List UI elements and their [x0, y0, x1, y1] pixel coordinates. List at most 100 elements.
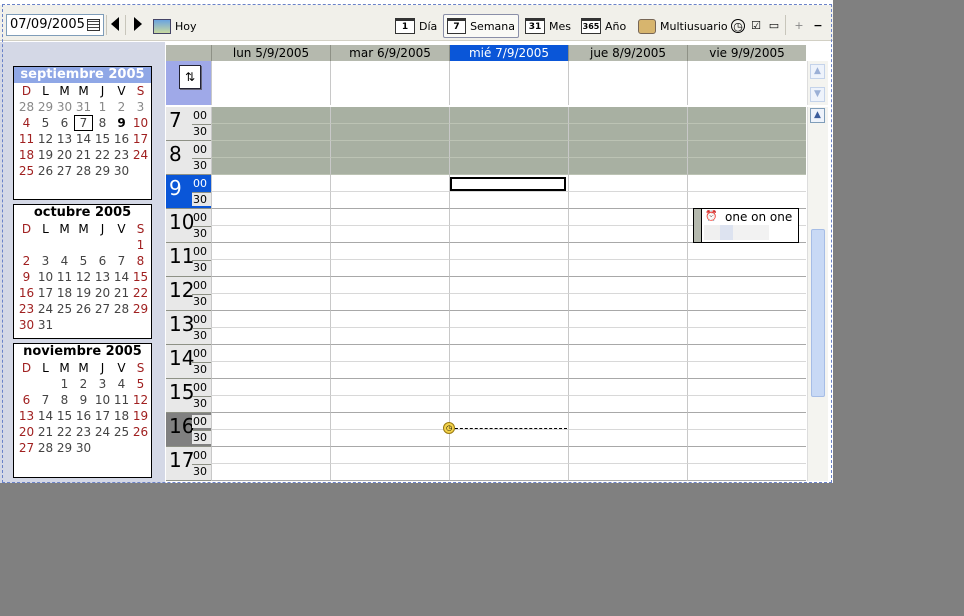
time-slot[interactable] [330, 379, 449, 396]
time-slot[interactable] [449, 226, 568, 243]
time-slot[interactable] [211, 124, 330, 141]
all-day-scrollbar[interactable]: ▲ ▼ [807, 61, 828, 105]
time-slot[interactable] [211, 430, 330, 447]
time-slot[interactable] [211, 379, 330, 396]
mini-calendar-day[interactable]: 25 [17, 163, 36, 179]
clock-icon[interactable]: ◷ [731, 19, 745, 33]
mini-calendar-day[interactable]: 15 [93, 131, 112, 147]
mini-calendar-day[interactable]: 10 [131, 115, 150, 131]
mini-calendar-day[interactable]: 30 [112, 163, 131, 179]
mini-calendar-day[interactable]: 25 [112, 424, 131, 440]
time-slot[interactable] [211, 464, 330, 481]
time-slot[interactable] [330, 447, 449, 464]
mini-calendar-day[interactable]: 20 [17, 424, 36, 440]
time-slot[interactable] [568, 141, 687, 158]
day-header-thu[interactable]: jue 8/9/2005 [568, 45, 687, 61]
mini-calendar-day[interactable]: 24 [36, 301, 55, 317]
zoom-in-button[interactable]: + [792, 19, 806, 33]
mini-calendar-day[interactable]: 18 [55, 285, 74, 301]
mini-calendar-day[interactable]: 3 [93, 376, 112, 392]
mini-calendar-day[interactable]: 26 [74, 301, 93, 317]
mini-calendar-day[interactable]: 4 [17, 115, 36, 131]
time-slot[interactable] [211, 362, 330, 379]
time-slot[interactable] [330, 226, 449, 243]
time-slot[interactable] [211, 192, 330, 209]
selected-time-slot[interactable] [450, 177, 566, 191]
mini-calendar-day[interactable]: 19 [74, 285, 93, 301]
time-slot[interactable] [211, 226, 330, 243]
time-slot[interactable] [687, 277, 806, 294]
time-slot[interactable] [330, 430, 449, 447]
time-slot[interactable] [687, 447, 806, 464]
time-slot[interactable] [330, 396, 449, 413]
expand-all-day-button[interactable]: ⇅ [179, 65, 201, 89]
mini-calendar-day[interactable]: 30 [17, 317, 36, 333]
time-slot[interactable] [211, 277, 330, 294]
mini-calendar-day[interactable]: 12 [74, 269, 93, 285]
time-slot[interactable] [568, 311, 687, 328]
time-slot[interactable] [449, 277, 568, 294]
time-slot[interactable] [330, 294, 449, 311]
mini-calendar-day[interactable]: 17 [93, 408, 112, 424]
time-slot[interactable] [211, 345, 330, 362]
time-slot[interactable] [330, 107, 449, 124]
time-slot[interactable] [330, 158, 449, 175]
time-slot[interactable] [687, 311, 806, 328]
mini-calendar-day[interactable]: 1 [55, 376, 74, 392]
mini-calendar-day[interactable]: 4 [112, 376, 131, 392]
mini-calendar-day[interactable]: 13 [93, 269, 112, 285]
time-slot[interactable] [568, 294, 687, 311]
mini-calendar-day[interactable]: 3 [131, 99, 150, 115]
mini-calendar-day[interactable]: 30 [74, 440, 93, 456]
mini-calendar-day[interactable]: 1 [131, 237, 150, 253]
scroll-down-arrow-icon[interactable]: ▼ [810, 87, 825, 102]
time-slot[interactable] [687, 413, 806, 430]
previous-arrow-icon[interactable] [111, 17, 119, 31]
scroll-up-arrow-icon[interactable]: ▲ [810, 64, 825, 79]
note-icon[interactable]: ▭ [767, 19, 781, 33]
time-grid-scrollbar[interactable]: ▲ [807, 107, 828, 481]
mini-calendar-day[interactable]: 21 [36, 424, 55, 440]
time-slot[interactable] [211, 158, 330, 175]
mini-calendar-day[interactable]: 7 [74, 115, 93, 131]
mini-calendar-day[interactable]: 11 [17, 131, 36, 147]
time-slot[interactable] [449, 328, 568, 345]
time-slot[interactable] [330, 277, 449, 294]
time-slot[interactable] [687, 192, 806, 209]
calendar-picker-icon[interactable] [87, 19, 100, 31]
mini-calendar-day[interactable]: 23 [74, 424, 93, 440]
time-slot[interactable] [687, 328, 806, 345]
today-button[interactable]: Hoy [150, 14, 200, 38]
time-slot[interactable] [568, 107, 687, 124]
time-slot[interactable] [211, 243, 330, 260]
time-slot[interactable] [687, 396, 806, 413]
time-slot[interactable] [568, 447, 687, 464]
view-year-button[interactable]: 365 Año [578, 14, 629, 38]
date-input[interactable]: 07/09/2005 [6, 14, 104, 36]
mini-calendar-day[interactable]: 9 [17, 269, 36, 285]
time-slot[interactable] [330, 141, 449, 158]
mini-calendar-day[interactable]: 23 [17, 301, 36, 317]
time-slot[interactable] [211, 413, 330, 430]
time-slot[interactable] [568, 396, 687, 413]
all-day-cell[interactable] [330, 61, 449, 105]
scrollbar-thumb[interactable] [811, 229, 825, 397]
mini-calendar-day[interactable]: 8 [55, 392, 74, 408]
task-check-icon[interactable]: ☑ [749, 19, 763, 33]
time-slot[interactable] [330, 464, 449, 481]
mini-calendar-day[interactable]: 25 [55, 301, 74, 317]
mini-calendar-day[interactable]: 26 [131, 424, 150, 440]
time-slot[interactable] [330, 362, 449, 379]
time-slot[interactable] [568, 413, 687, 430]
mini-calendar-day[interactable]: 20 [55, 147, 74, 163]
view-day-button[interactable]: 1 Día [392, 14, 440, 38]
mini-calendar-day[interactable]: 5 [131, 376, 150, 392]
time-slot[interactable] [449, 294, 568, 311]
time-slot[interactable] [568, 430, 687, 447]
time-slot[interactable] [449, 260, 568, 277]
mini-calendar-day[interactable]: 14 [112, 269, 131, 285]
time-slot[interactable] [330, 413, 449, 430]
mini-calendar-day[interactable]: 8 [93, 115, 112, 131]
scroll-up-arrow-icon[interactable]: ▲ [810, 108, 825, 123]
mini-calendar-day[interactable]: 5 [36, 115, 55, 131]
